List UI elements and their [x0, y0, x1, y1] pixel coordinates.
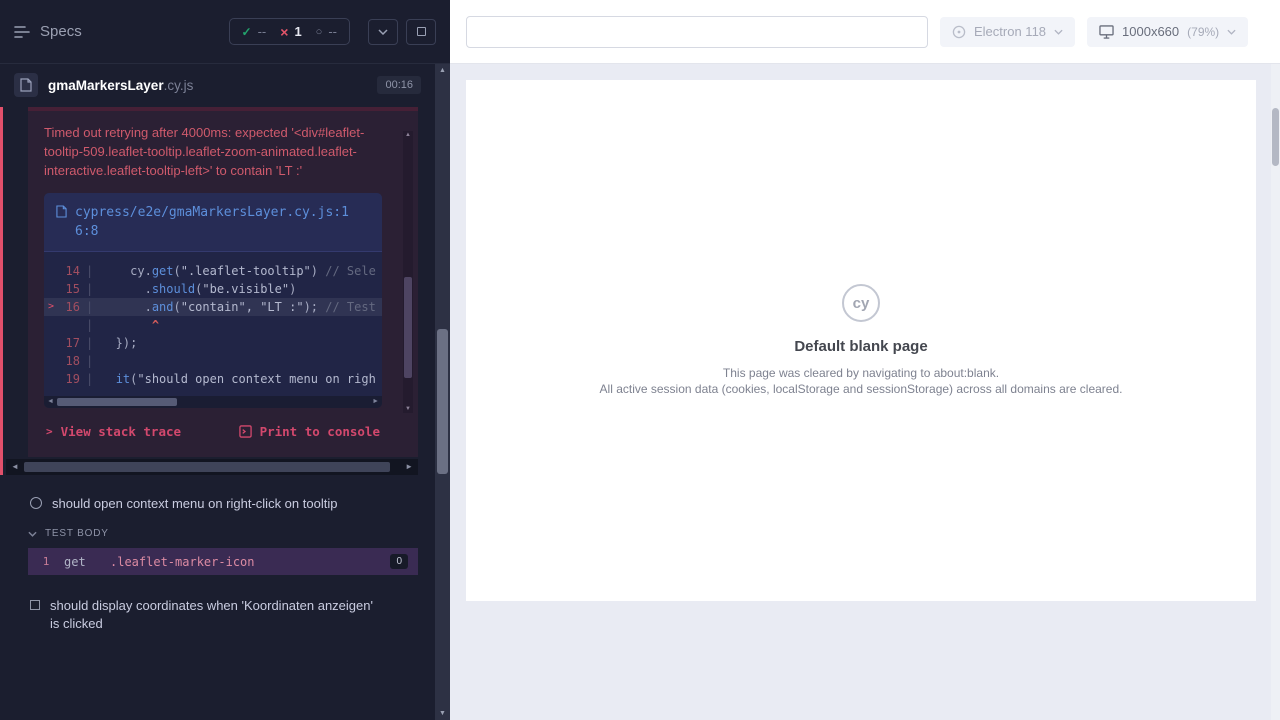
test-stats: ✓-- ×1 ○-- — [229, 18, 350, 45]
browser-label: Electron 118 — [974, 24, 1046, 39]
stat-failed: ×1 — [280, 24, 301, 39]
running-test-icon — [30, 497, 42, 509]
stat-passed: ✓-- — [242, 24, 267, 39]
electron-icon — [952, 25, 966, 39]
scroll-down-icon[interactable]: ▼ — [439, 709, 446, 718]
stage-area: cy Default blank page This page was clea… — [450, 64, 1280, 720]
failed-test-attempt: Timed out retrying after 4000ms: expecte… — [0, 107, 435, 475]
x-icon: × — [280, 27, 288, 37]
scroll-up-icon[interactable]: ▲ — [439, 66, 446, 75]
stop-button[interactable] — [406, 19, 436, 45]
code-frame-file-link[interactable]: cypress/e2e/gmaMarkersLayer.cy.js:16:8 — [44, 193, 382, 252]
cypress-app: Specs ✓-- ×1 ○-- gmaMarkersLayer.cy.js 0… — [0, 0, 1280, 720]
command-number: 1 — [28, 555, 64, 568]
command-log-entry[interactable]: 1 get .leaflet-marker-icon 0 — [28, 548, 418, 575]
blank-page-line1: This page was cleared by navigating to a… — [466, 365, 1256, 381]
test-item-running[interactable]: should open context menu on right-click … — [0, 485, 435, 521]
file-icon — [56, 205, 67, 218]
scrollbar-thumb[interactable] — [24, 462, 390, 472]
scroll-left-icon[interactable]: ◄ — [47, 397, 54, 407]
viewport-selector[interactable]: 1000x660 (79%) — [1087, 17, 1248, 47]
reporter-horizontal-scrollbar[interactable]: ◄ ► — [6, 459, 418, 475]
blank-page-line2: All active session data (cookies, localS… — [466, 381, 1256, 397]
scrollbar-thumb[interactable] — [437, 329, 448, 475]
scrollbar-thumb[interactable] — [57, 398, 177, 406]
error-vertical-scrollbar[interactable]: ▲ ▼ — [403, 131, 413, 413]
specs-menu-icon[interactable] — [14, 25, 30, 39]
monitor-icon — [1099, 25, 1114, 39]
pending-test-icon — [30, 600, 40, 610]
code-frame: cypress/e2e/gmaMarkersLayer.cy.js:16:8 1… — [44, 193, 382, 408]
code-snippet: 14| cy.get(".leaflet-tooltip") // Sele 1… — [44, 252, 382, 392]
error-actions: > View stack trace Print to console — [44, 408, 402, 447]
error-panel: Timed out retrying after 4000ms: expecte… — [28, 107, 418, 457]
reporter-panel: Specs ✓-- ×1 ○-- gmaMarkersLayer.cy.js 0… — [0, 0, 450, 720]
reporter-header: Specs ✓-- ×1 ○-- — [0, 0, 450, 64]
scroll-down-icon[interactable]: ▼ — [405, 405, 411, 413]
chevron-down-icon — [28, 531, 37, 537]
code-horizontal-scrollbar[interactable]: ◄ ► — [44, 396, 382, 408]
print-to-console-button[interactable]: Print to console — [239, 424, 380, 439]
chevron-down-icon — [1227, 29, 1236, 35]
runner-panel: Electron 118 1000x660 (79%) cy Default b… — [450, 0, 1280, 720]
runner-header: Electron 118 1000x660 (79%) — [450, 0, 1280, 64]
reporter-vertical-scrollbar[interactable]: ▲ ▼ — [435, 64, 450, 720]
browser-selector[interactable]: Electron 118 — [940, 17, 1075, 47]
pending-circle-icon: ○ — [316, 26, 323, 38]
spec-file-icon — [14, 73, 38, 97]
test-item-pending[interactable]: should display coordinates when 'Koordin… — [0, 587, 435, 641]
stat-pending: ○-- — [316, 24, 337, 39]
blank-page-title: Default blank page — [466, 338, 1256, 355]
stop-icon — [417, 27, 426, 36]
aut-iframe: cy Default blank page This page was clea… — [466, 80, 1256, 601]
scroll-up-icon[interactable]: ▲ — [405, 131, 411, 139]
error-message: Timed out retrying after 4000ms: expecte… — [44, 123, 374, 180]
viewport-size: 1000x660 — [1122, 24, 1179, 39]
check-icon: ✓ — [242, 25, 252, 39]
blank-page-message: cy Default blank page This page was clea… — [466, 80, 1256, 397]
command-message: .leaflet-marker-icon — [110, 555, 390, 569]
spec-duration: 00:16 — [377, 76, 421, 94]
console-icon — [239, 425, 252, 438]
scroll-right-icon[interactable]: ► — [405, 462, 413, 471]
command-method: get — [64, 555, 110, 569]
chevron-right-icon: > — [46, 425, 53, 438]
page-scrollbar[interactable] — [1271, 64, 1280, 720]
spec-header[interactable]: gmaMarkersLayer.cy.js 00:16 — [0, 64, 435, 107]
scroll-left-icon[interactable]: ◄ — [11, 462, 19, 471]
spec-name: gmaMarkersLayer.cy.js — [48, 78, 367, 93]
collapse-all-button[interactable] — [368, 19, 398, 45]
cypress-logo: cy — [842, 284, 880, 322]
command-count-badge: 0 — [390, 554, 408, 569]
chevron-down-icon — [1054, 29, 1063, 35]
scrollbar-thumb[interactable] — [1272, 108, 1279, 166]
specs-title: Specs — [40, 23, 82, 40]
url-input[interactable] — [466, 16, 928, 48]
viewport-scale: (79%) — [1187, 25, 1219, 39]
view-stack-trace-button[interactable]: > View stack trace — [46, 424, 181, 439]
scroll-right-icon[interactable]: ► — [372, 397, 379, 407]
scrollbar-thumb[interactable] — [404, 277, 412, 378]
test-body-toggle[interactable]: TEST BODY — [0, 521, 435, 545]
